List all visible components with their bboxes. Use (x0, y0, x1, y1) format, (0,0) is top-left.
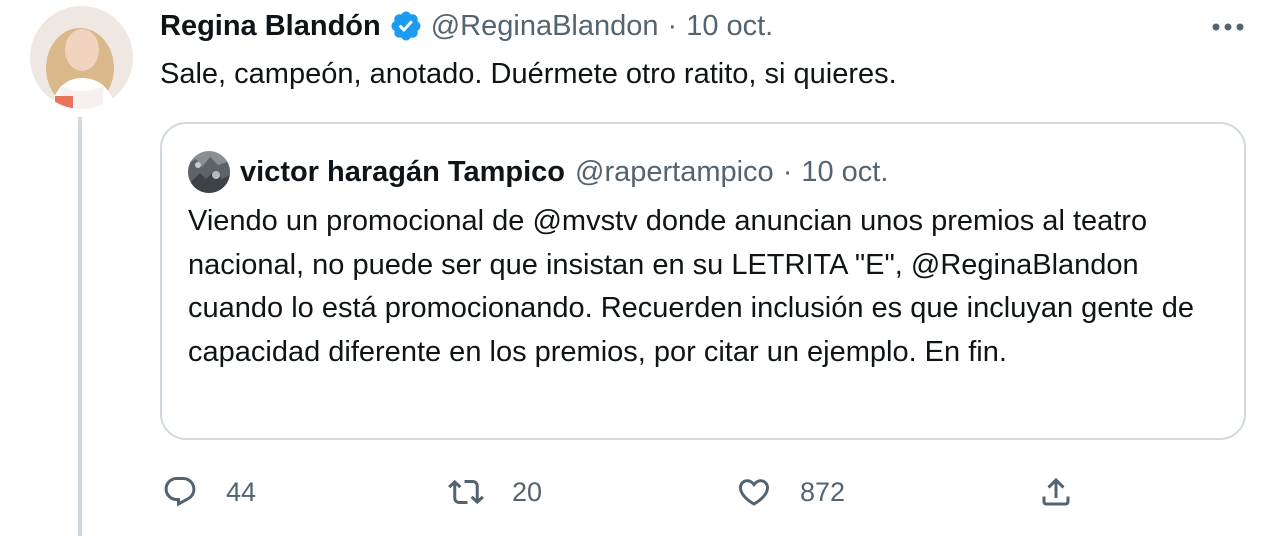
reply-icon (164, 477, 196, 507)
reply-button[interactable]: 44 (162, 468, 256, 516)
quoted-tweet-text: Viendo un promocional de @mvstv donde an… (188, 205, 1195, 368)
verified-badge-icon (389, 9, 423, 43)
like-button[interactable]: 872 (736, 468, 845, 516)
quoted-author-handle[interactable]: @rapertampico (575, 156, 774, 189)
more-options-button[interactable] (1206, 10, 1250, 44)
more-horizontal-icon (1212, 23, 1244, 31)
quoted-separator-dot: · (782, 155, 793, 188)
tweet-date[interactable]: 10 oct. (686, 10, 773, 43)
separator-dot: · (667, 9, 678, 42)
author-avatar[interactable] (30, 6, 133, 109)
author-display-name[interactable]: Regina Blandón (160, 10, 381, 43)
quoted-tweet-date[interactable]: 10 oct. (801, 156, 888, 189)
retweet-button[interactable]: 20 (448, 468, 542, 516)
quoted-author-display-name[interactable]: victor haragán Tampico (240, 156, 565, 189)
reply-count: 44 (226, 476, 257, 507)
share-icon (1042, 477, 1070, 506)
quoted-tweet-card[interactable]: victor haragán Tampico @rapertampico · 1… (160, 122, 1246, 440)
share-button[interactable] (1038, 468, 1074, 516)
quoted-author-avatar (188, 151, 230, 193)
quoted-tweet-header: victor haragán Tampico @rapertampico · 1… (188, 150, 888, 194)
tweet-actions-bar: 44 20 872 (0, 468, 1280, 516)
retweet-icon (448, 479, 484, 505)
like-count: 872 (800, 476, 846, 507)
tweet-text: Sale, campeón, anotado. Duérmete otro ra… (160, 58, 897, 90)
heart-icon (738, 479, 770, 506)
author-handle[interactable]: @ReginaBlandon (431, 10, 659, 43)
retweet-count: 20 (512, 476, 543, 507)
tweet-header: Regina Blandón @ReginaBlandon · 10 oct. (160, 6, 773, 46)
